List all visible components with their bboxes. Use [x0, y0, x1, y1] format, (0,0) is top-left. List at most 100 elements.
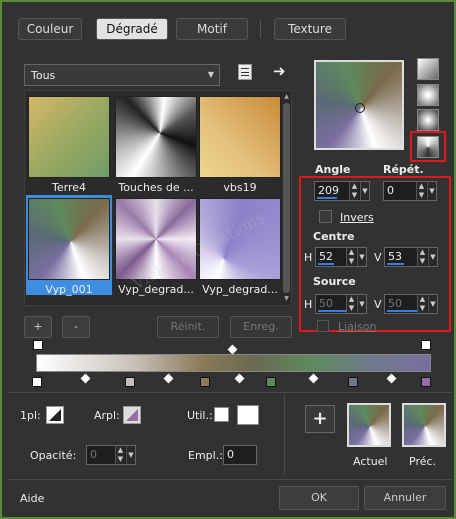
- source-h-spin-arrows[interactable]: ▲ ▼: [346, 295, 356, 313]
- save-preset-button[interactable]: Enreg.: [230, 316, 292, 338]
- angle-spin-arrows[interactable]: ▲ ▼: [349, 182, 359, 200]
- center-h-spin-arrows[interactable]: ▲ ▼: [346, 248, 356, 266]
- center-label: Centre: [313, 230, 355, 243]
- color-stop[interactable]: [125, 377, 135, 387]
- invert-checkbox[interactable]: [319, 210, 332, 223]
- previous-swatch[interactable]: [402, 403, 446, 447]
- gallery-scrollbar[interactable]: ▲ ▼: [282, 93, 291, 303]
- repeat-dropdown-icon[interactable]: ▼: [427, 182, 436, 200]
- opacity-stop-start[interactable]: [33, 340, 43, 350]
- gradient-name: Terre4: [52, 181, 86, 194]
- gradient-item[interactable]: Terre4: [26, 93, 112, 194]
- gradient-thumbnail: [115, 96, 197, 178]
- source-h-field[interactable]: 50 ▲ ▼ ▼: [315, 294, 367, 314]
- source-v-spin-arrows[interactable]: ▲ ▼: [417, 295, 427, 313]
- gradient-thumbnail: [28, 198, 110, 280]
- arpl-label: Arpl:: [94, 409, 120, 422]
- current-swatch[interactable]: [347, 403, 391, 447]
- color-midpoint[interactable]: [80, 373, 91, 384]
- center-h-dropdown-icon[interactable]: ▼: [357, 248, 366, 266]
- opacity-field[interactable]: 0 ▲ ▼ ▼: [86, 445, 136, 465]
- background-swatch[interactable]: [123, 406, 141, 424]
- help-button[interactable]: Aide: [20, 492, 44, 505]
- gradient-item[interactable]: Touches de ...: [113, 93, 199, 194]
- color-midpoint[interactable]: [163, 373, 174, 384]
- color-midpoint[interactable]: [234, 373, 245, 384]
- triangle-icon: [126, 409, 138, 421]
- opacity-dropdown-icon[interactable]: ▼: [126, 446, 135, 464]
- tab-couleur[interactable]: Couleur: [18, 18, 82, 40]
- angle-field[interactable]: 209 ▲ ▼ ▼: [314, 181, 370, 201]
- color-stop[interactable]: [266, 377, 276, 387]
- repeat-field[interactable]: 0 ▲ ▼ ▼: [383, 181, 437, 201]
- category-value: Tous: [31, 69, 56, 82]
- center-crosshair-icon[interactable]: [355, 103, 365, 113]
- color-stop[interactable]: [32, 377, 42, 387]
- category-select[interactable]: Tous ▼: [24, 64, 220, 86]
- ok-button[interactable]: OK: [279, 486, 359, 510]
- opacity-midpoint[interactable]: [227, 344, 238, 355]
- center-v-level: [387, 263, 404, 265]
- current-label: Actuel: [353, 455, 388, 468]
- gradient-name: Vyp_degrad...: [202, 283, 278, 296]
- center-h-field[interactable]: 52 ▲ ▼ ▼: [315, 247, 367, 267]
- color-midpoint[interactable]: [386, 373, 397, 384]
- use-swatch-small[interactable]: [214, 407, 229, 422]
- center-v-dropdown-icon[interactable]: ▼: [428, 248, 437, 266]
- repeat-label: Répét.: [383, 163, 424, 176]
- link-checkbox[interactable]: [317, 320, 329, 332]
- color-stop[interactable]: [421, 377, 431, 387]
- add-swatch-button[interactable]: +: [305, 405, 335, 433]
- cancel-button[interactable]: Annuler: [364, 486, 446, 510]
- gradient-gallery: Terre4 Touches de ... vbs19 Vyp_001 Vyp_…: [24, 90, 292, 306]
- linear-style-icon[interactable]: [417, 58, 439, 80]
- tab-degrade[interactable]: Dégradé: [96, 18, 168, 40]
- opacity-stop-end[interactable]: [421, 340, 431, 350]
- tab-texture[interactable]: Texture: [274, 18, 346, 40]
- center-v-field[interactable]: 53 ▲ ▼ ▼: [384, 247, 438, 267]
- source-label: Source: [313, 275, 356, 288]
- opacity-spin-arrows[interactable]: ▲ ▼: [115, 446, 125, 464]
- first-label: 1pl:: [20, 409, 41, 422]
- gradient-dialog: Couleur Dégradé Motif Texture Tous ▼ ➜ T…: [0, 0, 456, 519]
- center-h-value: 52: [319, 250, 333, 263]
- scrollbar-thumb[interactable]: [283, 103, 290, 293]
- gradient-preview[interactable]: [314, 60, 404, 150]
- gradient-bar[interactable]: [36, 354, 431, 372]
- gradient-item[interactable]: vbs19: [197, 93, 283, 194]
- gradient-name: Vyp_001: [45, 283, 93, 296]
- source-h-label: H: [304, 298, 313, 311]
- divider: [284, 394, 285, 474]
- tab-divider: [260, 20, 261, 38]
- foreground-swatch[interactable]: [46, 406, 64, 424]
- source-v-value: 50: [388, 297, 402, 310]
- center-h-label: H: [304, 251, 313, 264]
- source-v-field[interactable]: 50 ▲ ▼ ▼: [384, 294, 438, 314]
- arrow-right-icon[interactable]: ➜: [273, 62, 286, 80]
- source-h-dropdown-icon[interactable]: ▼: [357, 295, 366, 313]
- angle-value: 209: [318, 184, 339, 197]
- divider: [8, 479, 452, 480]
- browse-icon[interactable]: [238, 64, 252, 80]
- util-label: Util.:: [187, 409, 213, 422]
- empl-value: 0: [227, 448, 234, 461]
- color-stop[interactable]: [348, 377, 358, 387]
- reset-button[interactable]: Réinit.: [157, 316, 219, 338]
- color-stop[interactable]: [200, 377, 210, 387]
- source-v-dropdown-icon[interactable]: ▼: [428, 295, 437, 313]
- empl-field[interactable]: 0: [223, 445, 257, 465]
- use-swatch-large[interactable]: [237, 405, 259, 425]
- source-h-value: 50: [319, 297, 333, 310]
- empl-label: Empl.:: [188, 449, 223, 462]
- gradient-item-selected[interactable]: Vyp_001: [26, 195, 112, 296]
- rectangular-style-icon[interactable]: [417, 84, 439, 106]
- remove-gradient-button[interactable]: -: [62, 316, 90, 338]
- center-v-label: V: [374, 251, 382, 264]
- center-v-spin-arrows[interactable]: ▲ ▼: [417, 248, 427, 266]
- color-midpoint[interactable]: [308, 373, 319, 384]
- radial-style-icon[interactable]: [417, 109, 439, 131]
- repeat-spin-arrows[interactable]: ▲ ▼: [416, 182, 426, 200]
- angle-dropdown-icon[interactable]: ▼: [360, 182, 369, 200]
- add-gradient-button[interactable]: +: [24, 316, 52, 338]
- tab-motif[interactable]: Motif: [176, 18, 248, 40]
